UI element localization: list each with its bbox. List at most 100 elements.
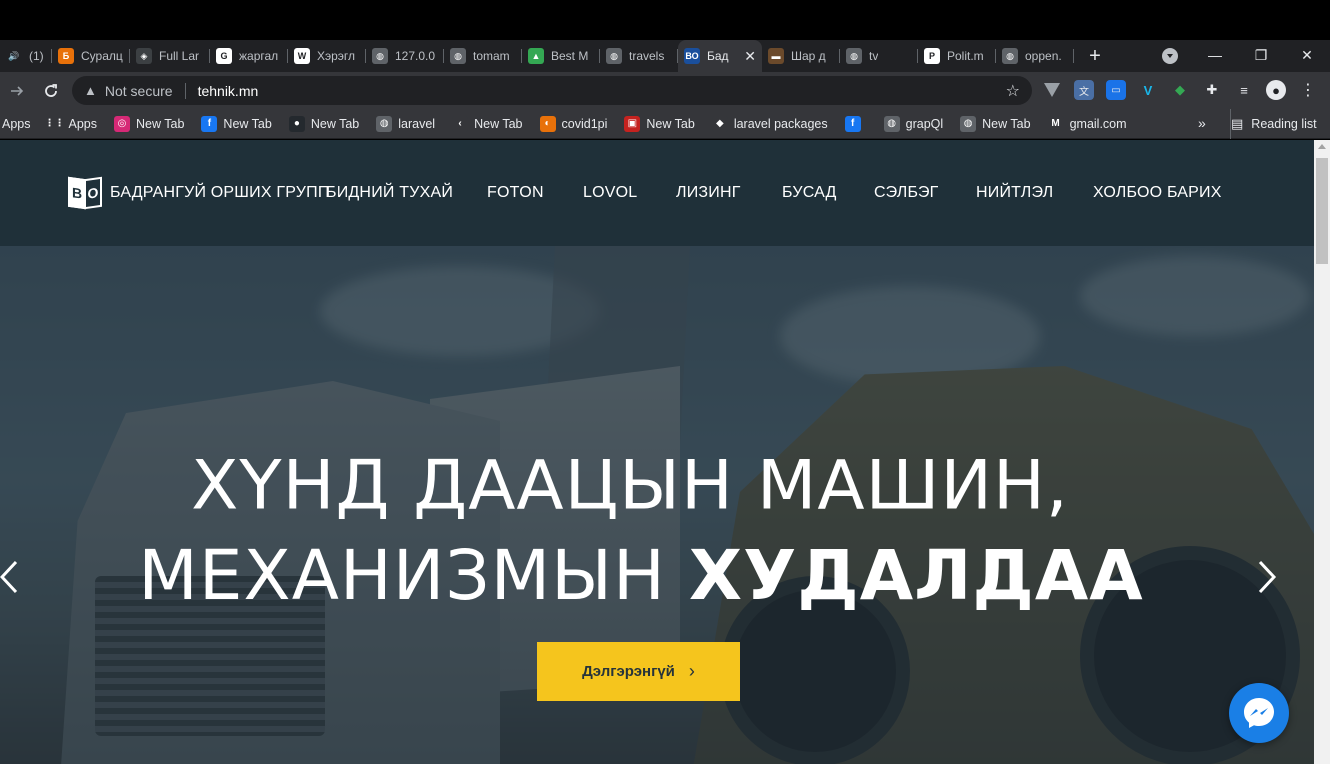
slider-next-arrow-icon[interactable] [1256,556,1278,605]
nav-foton[interactable]: FOTON [487,184,544,202]
extension-translate-icon[interactable]: 文 [1074,80,1094,100]
media-control-icon[interactable]: ≡ [1234,80,1254,100]
globe-icon: ◍ [372,48,388,64]
facebook-icon: f [844,115,861,132]
bookmark-item[interactable]: ◆ laravel packages [711,115,828,132]
scrollbar-thumb[interactable] [1316,158,1328,264]
details-button[interactable]: Дэлгэрэнгүй › [537,642,740,701]
bookmark-item[interactable]: ‹ New Tab [452,115,523,132]
bookmark-item[interactable]: ◍ New Tab [960,115,1031,132]
bookmark-item[interactable]: ◐ covid1pi [539,115,608,132]
omnibox-divider [184,82,186,99]
extensions-puzzle-icon[interactable]: ✚ [1202,80,1222,100]
bookmark-item[interactable]: f New Tab [201,115,272,132]
tab[interactable]: W Хэрэгл [288,40,366,72]
tab-title: 127.0.0 [395,49,436,63]
tab[interactable]: ◍ 127.0.0 [366,40,444,72]
bookmark-item[interactable]: ▣ New Tab [624,115,695,132]
nav-articles[interactable]: НИЙТЛЭЛ [976,184,1053,202]
app-icon: ◆ [711,115,728,132]
tab-title: Polit.m [947,49,984,63]
reload-icon [45,83,57,97]
tab-title: Суралц [81,49,123,63]
bookmark-item[interactable]: Mgmail.com [1047,115,1127,132]
extension-vimeo-icon[interactable]: V [1138,80,1158,100]
forward-button[interactable] [0,74,34,108]
url-text[interactable]: tehnik.mn [198,83,259,99]
tab[interactable]: ◈ Full Lar [130,40,210,72]
bookmark-item[interactable]: f [844,115,867,132]
address-bar[interactable]: ▲ Not secure tehnik.mn ☆ [72,76,1032,105]
globe-icon: ◍ [450,48,466,64]
extension-color-icon[interactable]: ◆ [1170,80,1190,100]
tab[interactable]: ◍ travels [600,40,678,72]
logo-text: БАДРАНГУЙ ОРШИХ ГРУПП [110,184,330,201]
bookmark-star-icon[interactable]: ☆ [1006,81,1020,101]
chevron-right-icon: › [688,661,695,681]
bookmark-label: gmail.com [1069,116,1127,131]
tab[interactable]: ▲ Best M [522,40,600,72]
bookmark-label: grapQl [905,116,944,131]
tab[interactable]: ◍ tv [840,40,918,72]
tab-active[interactable]: ВО Бад ✕ [678,40,762,72]
close-window-button[interactable]: ✕ [1284,40,1330,70]
app-icon: ▲ [528,48,544,64]
app-icon: ◐ [539,115,556,132]
scroll-up-icon[interactable] [1318,144,1326,149]
nav-parts[interactable]: СЭЛБЭГ [874,184,939,202]
bookmark-label: laravel packages [733,116,828,131]
tab[interactable]: Б Суралц [52,40,130,72]
bookmarks-overflow-icon[interactable]: » [1198,115,1206,131]
tab[interactable]: P Polit.m [918,40,996,72]
tab[interactable]: Gжаргал [210,40,288,72]
extension-screen-icon[interactable]: ▭ [1106,80,1126,100]
bookmark-item[interactable]: ◍ laravel [376,115,435,132]
site-logo[interactable]: В О БАДРАНГУЙ ОРШИХ ГРУПП [68,176,330,210]
messenger-chat-button[interactable] [1229,683,1289,743]
github-icon: ● [288,115,305,132]
tab[interactable]: ◍ tomam [444,40,522,72]
bookmark-item[interactable]: ● New Tab [288,115,360,132]
bookmark-label: covid1pi [561,116,608,131]
profile-avatar[interactable]: ● [1266,80,1286,100]
extension-vue-icon[interactable] [1042,80,1062,100]
reload-button[interactable] [34,74,68,108]
slider-prev-arrow-icon[interactable] [0,556,20,605]
hero-heading-bold: ХУДАЛДАА [688,536,1144,616]
bookmark-item[interactable]: ⋮⋮ Apps [45,115,97,132]
tab[interactable]: ◍ oppen. [996,40,1074,72]
bookmark-label: New Tab [310,116,360,131]
bookmark-label: New Tab [223,116,272,131]
globe-icon: ◍ [606,48,622,64]
warning-icon[interactable]: ▲ [84,83,97,98]
app-icon: P [924,48,940,64]
nav-contact[interactable]: ХОЛБОО БАРИХ [1093,184,1222,202]
nav-leasing[interactable]: ЛИЗИНГ [676,184,741,202]
tab-close-icon[interactable]: ✕ [738,48,756,65]
bookmark-apps-prefix[interactable]: Apps [2,117,31,131]
google-icon: G [216,48,232,64]
instagram-icon: ◎ [114,115,130,132]
tab[interactable]: 🔊 (1) [0,40,52,72]
tab[interactable]: ▬ Шар д [762,40,840,72]
reading-list-button[interactable]: ▤ Reading list [1230,109,1317,139]
globe-icon: ◍ [883,115,900,132]
bookmark-item[interactable]: ◍ grapQl [883,115,944,132]
app-icon: ◈ [136,48,152,64]
new-tab-button[interactable]: + [1080,40,1110,72]
maximize-button[interactable]: ❐ [1238,40,1284,70]
bookmark-label: New Tab [474,116,523,131]
tab-search-icon[interactable] [1162,48,1178,64]
logo-mark: В О [68,176,102,210]
nav-other[interactable]: БУСАД [782,184,837,202]
hero-slider: ХҮНД ДААЦЫН МАШИН, МЕХАНИЗМЫН ХУДАЛДАА Д… [0,246,1314,764]
nav-about[interactable]: БИДНИЙ ТУХАЙ [326,184,453,202]
gmail-icon: M [1047,115,1064,132]
nav-lovol[interactable]: LOVOL [583,184,637,202]
globe-icon: ◍ [960,115,977,132]
hero-heading-line1: ХҮНД ДААЦЫН МАШИН, [191,446,1069,526]
bookmark-item[interactable]: ◎ New Tab [114,115,184,132]
minimize-button[interactable]: — [1192,40,1238,70]
menu-kebab-icon[interactable]: ⋮ [1298,80,1318,100]
security-label[interactable]: Not secure [105,83,173,99]
